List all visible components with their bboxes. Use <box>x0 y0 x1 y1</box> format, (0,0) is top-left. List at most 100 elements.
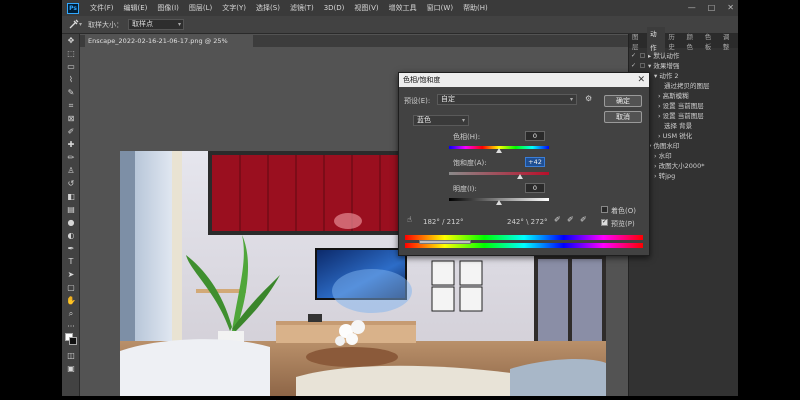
window-controls: — □ ✕ <box>688 3 734 12</box>
screen-mode-icon[interactable]: ▣ <box>62 362 80 375</box>
action-label: ▾ 动作 2 <box>654 72 679 80</box>
lightness-input[interactable]: 0 <box>525 183 545 193</box>
tab-history[interactable]: 历史 <box>665 31 683 51</box>
minimize-button[interactable]: — <box>688 3 696 12</box>
healing-brush-icon[interactable]: ✚ <box>62 138 80 151</box>
action-label: › 设置 当前图层 <box>658 112 704 120</box>
action-label: ▾ 伪图水印 <box>648 142 680 150</box>
preset-dropdown-icon: ▾ <box>569 96 573 103</box>
menu-plugins[interactable]: 增效工具 <box>384 3 422 13</box>
artboard-tool-icon[interactable]: ⬚ <box>62 47 80 60</box>
menu-window[interactable]: 窗口(W) <box>422 3 458 13</box>
action-label: › 设置 当前图层 <box>658 102 704 110</box>
menu-file[interactable]: 文件(F) <box>85 3 119 13</box>
cancel-button[interactable]: 取消 <box>604 111 642 123</box>
background-color-swatch[interactable] <box>69 337 77 345</box>
on-image-adjust-hand-icon[interactable]: ☝ <box>407 215 412 224</box>
eyedropper-icon[interactable]: ✐ <box>62 125 80 138</box>
action-label: › 水印 <box>654 152 672 160</box>
close-button[interactable]: ✕ <box>727 3 734 12</box>
menu-edit[interactable]: 编辑(E) <box>119 3 153 13</box>
hue-input[interactable]: 0 <box>525 131 545 141</box>
document-tab-bar: Enscape_2022-02-16-21-06-17.png @ 25%(RG… <box>80 35 710 57</box>
action-label: 通过拷贝的图层 <box>664 82 710 90</box>
preset-select[interactable]: 自定 ▾ <box>437 94 577 105</box>
gradient-tool-icon[interactable]: ▤ <box>62 203 80 216</box>
lasso-tool-icon[interactable]: ⌇ <box>62 73 80 86</box>
tab-layers[interactable]: 图层 <box>629 31 647 51</box>
tools-panel: ✥ ⬚ ▭ ⌇ ✎ ⌗ ⊠ ✐ ✚ ✏ ♙ ↺ ◧ ▤ ● ◐ ✒ T ➤ ▢ … <box>62 34 80 400</box>
hue-saturation-dialog: 色相/饱和度 ✕ 预设(E): 自定 ▾ ⚙ 确定 取消 蓝色 ▾ 色相(H):… <box>398 72 650 256</box>
quick-select-tool-icon[interactable]: ✎ <box>62 86 80 99</box>
letterbox-bottom <box>0 396 800 400</box>
more-tools-icon[interactable]: ··· <box>62 320 80 333</box>
history-brush-icon[interactable]: ↺ <box>62 177 80 190</box>
action-checkmark-icon[interactable]: ✓ <box>631 52 638 59</box>
dialog-close-icon[interactable]: ✕ <box>637 73 645 87</box>
action-label: › 转jpg <box>654 172 676 180</box>
eraser-tool-icon[interactable]: ◧ <box>62 190 80 203</box>
color-range-selector[interactable] <box>419 240 471 244</box>
tab-color[interactable]: 颜色 <box>684 31 702 51</box>
marquee-tool-icon[interactable]: ▭ <box>62 60 80 73</box>
ok-button[interactable]: 确定 <box>604 95 642 107</box>
action-row[interactable]: ✓ ▸ 默认动作 <box>629 50 738 61</box>
menu-type[interactable]: 文字(Y) <box>217 3 251 13</box>
dialog-toggle-box[interactable] <box>640 62 645 68</box>
dodge-tool-icon[interactable]: ◐ <box>62 229 80 242</box>
action-label: › USM 锐化 <box>658 132 693 140</box>
color-swatches[interactable] <box>62 333 79 349</box>
channel-select[interactable]: 蓝色 ▾ <box>413 115 469 126</box>
sample-size-select[interactable]: 取样点 <box>128 19 184 30</box>
hand-tool-icon[interactable]: ✋ <box>62 294 80 307</box>
clone-stamp-icon[interactable]: ♙ <box>62 164 80 177</box>
hue-slider-thumb[interactable] <box>496 148 502 153</box>
zoom-tool-icon[interactable]: ⌕ <box>62 307 80 320</box>
photoshop-logo: Ps <box>67 2 79 14</box>
menu-layer[interactable]: 图层(L) <box>184 3 217 13</box>
crop-tool-icon[interactable]: ⌗ <box>62 99 80 112</box>
saturation-label: 饱和度(A): <box>453 159 487 167</box>
menu-filter[interactable]: 滤镜(T) <box>285 3 319 13</box>
rectangle-tool-icon[interactable]: ▢ <box>62 281 80 294</box>
action-checkmark-icon[interactable]: ✓ <box>631 62 638 69</box>
preset-options-gear-icon[interactable]: ⚙ <box>585 94 592 103</box>
menu-3d[interactable]: 3D(D) <box>319 4 350 12</box>
action-label: ▸ 默认动作 <box>648 52 680 60</box>
colorize-checkbox[interactable] <box>601 206 608 213</box>
maximize-button[interactable]: □ <box>708 3 716 12</box>
menu-help[interactable]: 帮助(H) <box>458 3 493 13</box>
brush-tool-icon[interactable]: ✏ <box>62 151 80 164</box>
lightness-slider-thumb[interactable] <box>496 200 502 205</box>
move-tool-icon[interactable]: ✥ <box>62 34 80 47</box>
pen-tool-icon[interactable]: ✒ <box>62 242 80 255</box>
saturation-slider-track[interactable] <box>449 172 549 175</box>
action-row[interactable]: ✓ ▾ 效果增强 <box>629 60 738 71</box>
path-select-icon[interactable]: ➤ <box>62 268 80 281</box>
frame-tool-icon[interactable]: ⊠ <box>62 112 80 125</box>
tab-adjustments[interactable]: 调整 <box>720 31 738 51</box>
tool-preset-dropdown-icon[interactable]: ▾ <box>79 21 82 28</box>
eyedropper-plus-icon[interactable]: ✐ <box>567 215 574 224</box>
tab-swatches[interactable]: 色板 <box>702 31 720 51</box>
eyedropper-minus-icon[interactable]: ✐ <box>580 215 587 224</box>
menu-select[interactable]: 选择(S) <box>251 3 285 13</box>
quick-mask-icon[interactable]: ◫ <box>62 349 80 362</box>
preview-checkbox[interactable] <box>601 218 608 226</box>
sample-size-label: 取样大小： <box>88 20 123 29</box>
dialog-titlebar[interactable]: 色相/饱和度 ✕ <box>399 73 649 87</box>
saturation-input[interactable]: +42 <box>525 157 545 167</box>
document-tab[interactable]: Enscape_2022-02-16-21-06-17.png @ 25%(RG… <box>85 35 253 57</box>
dialog-toggle-box[interactable] <box>640 52 645 58</box>
range-left-readout: 182° / 212° <box>423 218 464 226</box>
action-label: › 改图大小2000* <box>654 162 705 170</box>
menu-image[interactable]: 图像(I) <box>152 3 184 13</box>
menu-view[interactable]: 视图(V) <box>349 3 383 13</box>
saturation-slider-thumb[interactable] <box>517 174 523 179</box>
blur-tool-icon[interactable]: ● <box>62 216 80 229</box>
type-tool-icon[interactable]: T <box>62 255 80 268</box>
preset-value: 自定 <box>441 95 455 103</box>
dialog-title: 色相/饱和度 <box>403 76 441 84</box>
action-label: 选择 背景 <box>664 122 693 130</box>
eyedropper-icon[interactable]: ✐ <box>554 215 561 224</box>
